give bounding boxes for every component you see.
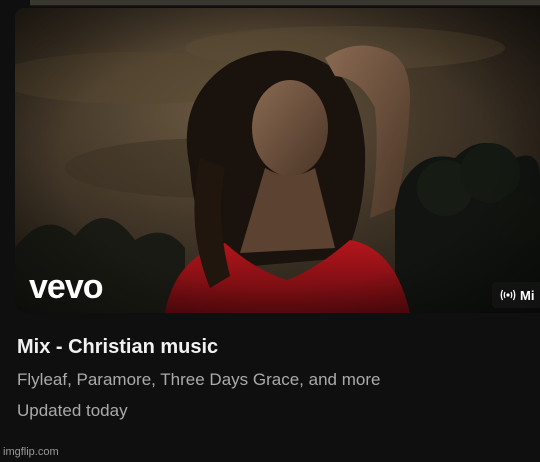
vevo-logo: vevo	[29, 268, 103, 306]
mix-badge-label: Mi	[520, 287, 535, 303]
playlist-stack-edge	[30, 0, 540, 6]
mix-playlist-card[interactable]: vevo Mi Mix - Christian music Flyleaf, P…	[0, 0, 540, 462]
playlist-artists: Flyleaf, Paramore, Three Days Grace, and…	[17, 370, 381, 389]
imgflip-watermark: imgflip.com	[3, 446, 59, 458]
mix-badge: Mi	[492, 282, 540, 308]
playlist-updated: Updated today	[17, 401, 128, 420]
playlist-thumbnail[interactable]: vevo Mi	[15, 8, 540, 313]
playlist-title[interactable]: Mix - Christian music	[17, 336, 218, 359]
broadcast-icon	[500, 289, 516, 301]
